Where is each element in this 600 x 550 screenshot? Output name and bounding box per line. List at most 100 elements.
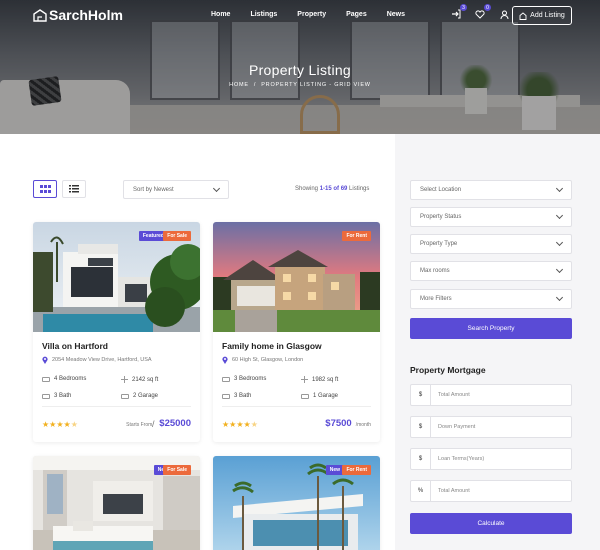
total-amount-placeholder: Total Amount	[438, 392, 470, 398]
garage-text: 1 Garage	[313, 393, 339, 399]
loan-terms-placeholder: Loan Terms(Years)	[438, 456, 485, 462]
card-divider	[222, 406, 371, 407]
listing-address-text: 60 High St, Glasgow, London	[232, 357, 304, 363]
chevron-down-icon	[555, 265, 564, 274]
nav-news[interactable]: News	[387, 11, 405, 18]
search-property-button[interactable]: Search Property	[410, 318, 572, 339]
baths-text: 3 Bath	[54, 393, 72, 399]
house-logo-icon	[33, 8, 47, 22]
interest-rate-field[interactable]: % Total Amount	[410, 480, 572, 502]
listing-card[interactable]: New For Rent	[213, 456, 380, 550]
sort-select[interactable]: Sort by Newest	[123, 180, 229, 199]
top-nav: SarchHolm Home Listings Property Pages N…	[0, 0, 600, 32]
down-payment-placeholder: Down Payment	[438, 424, 476, 430]
type-select-value: Property Type	[420, 241, 458, 247]
currency-prefix: $	[411, 449, 431, 469]
more-filters-select[interactable]: More Filters	[410, 289, 572, 309]
grid-icon	[39, 185, 51, 193]
rating-stars: ★★★★★	[42, 420, 78, 429]
chevron-down-icon	[555, 211, 564, 220]
listing-address-text: 2054 Meadow View Drive, Hartford, USA	[52, 357, 152, 363]
mortgage-title: Property Mortgage	[410, 365, 486, 375]
showing-suffix: Listings	[349, 186, 370, 192]
garage-text: 2 Garage	[133, 393, 159, 399]
showing-prefix: Showing	[295, 186, 319, 192]
sort-select-value: Sort by Newest	[133, 186, 174, 193]
grid-view-button[interactable]	[33, 180, 57, 198]
listing-card[interactable]: Featured For Sale Villa on Hartford 2054…	[33, 222, 200, 442]
tag-for-rent: For Rent	[342, 465, 371, 475]
page-title: Property Listing	[248, 62, 352, 78]
status-select[interactable]: Property Status	[410, 207, 572, 227]
list-view-button[interactable]	[62, 180, 86, 198]
area-icon	[301, 376, 308, 383]
chevron-down-icon	[555, 238, 564, 247]
loan-terms-field[interactable]: $ Loan Terms(Years)	[410, 448, 572, 470]
status-select-value: Property Status	[420, 214, 462, 220]
nav-home[interactable]: Home	[211, 11, 230, 18]
bath-icon	[42, 393, 50, 399]
add-listing-button[interactable]: Add Listing	[512, 6, 572, 25]
bed-icon	[42, 376, 50, 382]
listing-title[interactable]: Family home in Glasgow	[222, 341, 322, 351]
heart-icon[interactable]: 0	[474, 4, 491, 20]
price-prefix: Starts From	[126, 422, 153, 428]
currency-prefix: $	[411, 417, 431, 437]
price-area: $7500 /month	[325, 418, 371, 429]
bedrooms-text: 4 Bedrooms	[54, 376, 87, 382]
location-pin-icon	[42, 356, 48, 364]
bath-icon	[222, 393, 230, 399]
tag-for-sale: For Sale	[163, 465, 191, 475]
total-amount-field[interactable]: $ Total Amount	[410, 384, 572, 406]
breadcrumb-home[interactable]: HOME	[229, 82, 249, 88]
location-select-value: Select Location	[420, 187, 462, 193]
area-text: 2142 sq ft	[132, 376, 159, 383]
breadcrumb: HOME / PROPERTY LISTING - GRID VIEW	[229, 82, 371, 88]
listing-card[interactable]: For Rent Family home in Glasgow 60 High …	[213, 222, 380, 442]
area-icon	[121, 376, 128, 383]
feature-area: 2142 sq ft	[121, 376, 158, 383]
price-suffix: /month	[355, 422, 371, 428]
chevron-down-icon	[555, 184, 564, 193]
feature-bedrooms: 3 Bedrooms	[222, 376, 266, 382]
logo[interactable]: SarchHolm	[33, 7, 123, 23]
feature-garage: 1 Garage	[301, 393, 338, 399]
calculate-button[interactable]: Calculate	[410, 513, 572, 534]
area-text: 1982 sq ft	[312, 376, 339, 383]
listing-title[interactable]: Villa on Hartford	[42, 341, 108, 351]
down-payment-field[interactable]: $ Down Payment	[410, 416, 572, 438]
listing-price: $25000	[159, 418, 191, 429]
rooms-select[interactable]: Max rooms	[410, 261, 572, 281]
logo-text: SarchHolm	[49, 7, 123, 23]
feature-area: 1982 sq ft	[301, 376, 338, 383]
chevron-down-icon	[212, 184, 221, 193]
chevron-down-icon	[555, 293, 564, 302]
rooms-select-value: Max rooms	[420, 268, 450, 274]
nav-listings[interactable]: Listings	[250, 11, 277, 18]
bed-icon	[222, 376, 230, 382]
location-select[interactable]: Select Location	[410, 180, 572, 200]
heart-badge: 0	[484, 4, 491, 11]
results-count: Showing 1-15 of 69 Listings	[295, 186, 369, 192]
sign-in-badge: 3	[460, 4, 467, 11]
nav-property[interactable]: Property	[297, 11, 326, 18]
more-filters-value: More Filters	[420, 296, 452, 302]
nav-pages[interactable]: Pages	[346, 11, 367, 18]
bedrooms-text: 3 Bedrooms	[234, 376, 267, 382]
list-icon	[69, 185, 79, 193]
showing-range: 1-15 of 69	[319, 186, 348, 192]
sign-in-icon[interactable]: 3	[450, 4, 467, 20]
currency-prefix: $	[411, 385, 431, 405]
rating-stars: ★★★★★	[222, 420, 258, 429]
listing-image[interactable]: Featured For Sale	[33, 222, 200, 332]
home-icon	[519, 11, 527, 20]
user-icon[interactable]	[498, 8, 510, 20]
percent-prefix: %	[411, 481, 431, 501]
listing-address: 60 High St, Glasgow, London	[222, 356, 303, 364]
listing-image[interactable]: New For Rent	[213, 456, 380, 550]
listing-image[interactable]: For Rent	[213, 222, 380, 332]
type-select[interactable]: Property Type	[410, 234, 572, 254]
feature-garage: 2 Garage	[121, 393, 158, 399]
listing-image[interactable]: New For Sale	[33, 456, 200, 550]
listing-card[interactable]: New For Sale	[33, 456, 200, 550]
